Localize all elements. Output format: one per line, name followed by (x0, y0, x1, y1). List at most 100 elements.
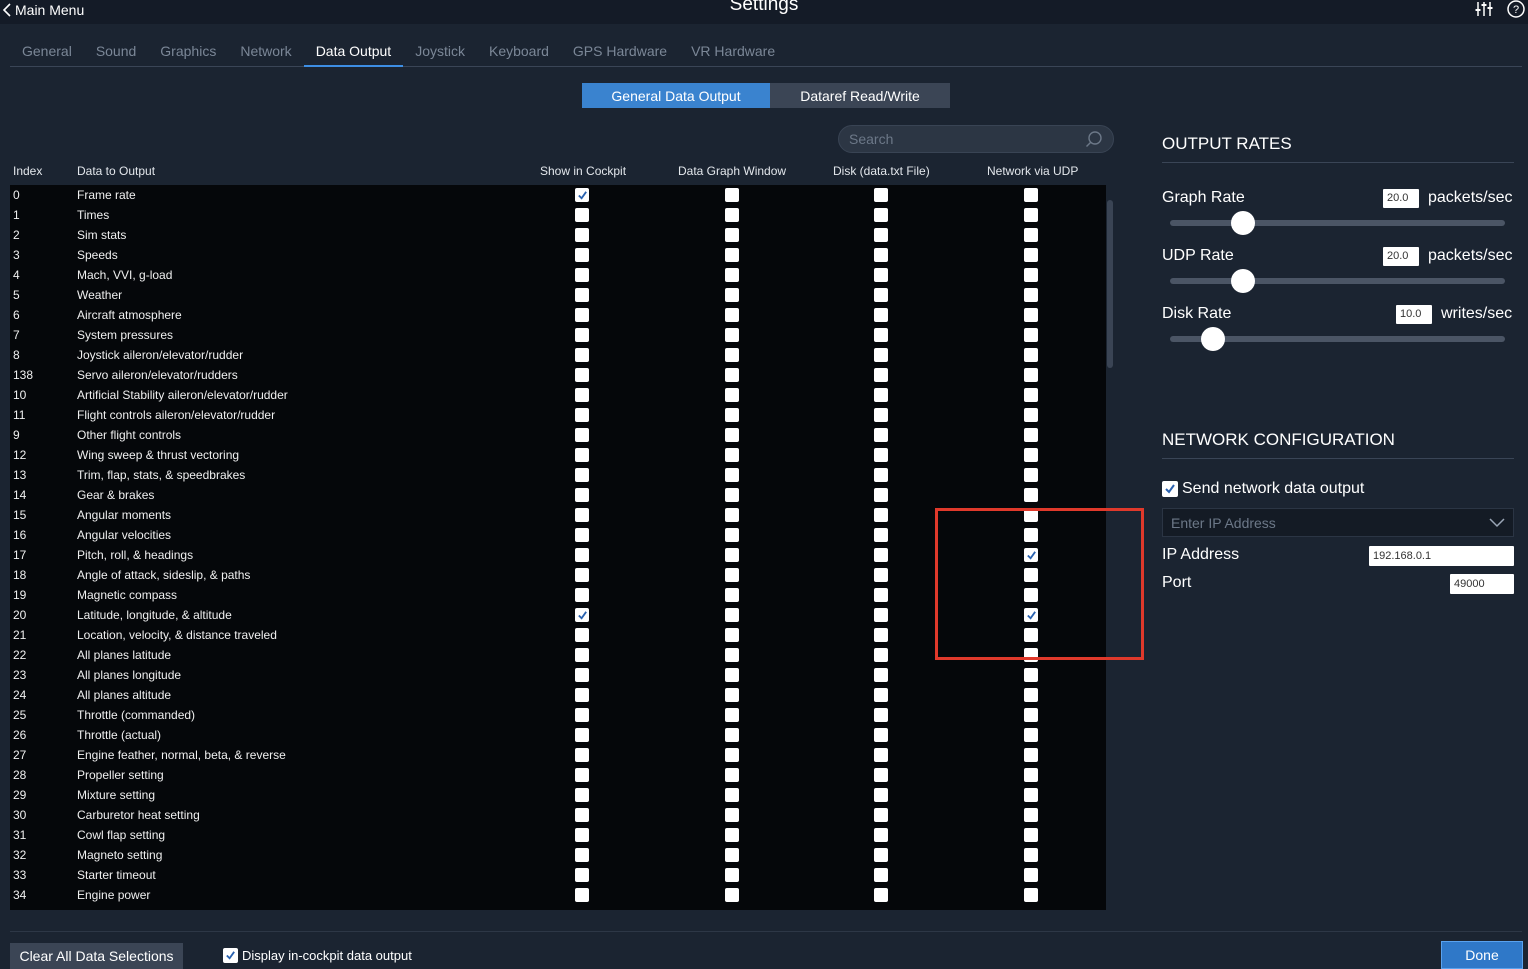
udp-rate-slider[interactable] (1170, 278, 1505, 284)
udp-checkbox[interactable] (1024, 608, 1038, 622)
general-data-output-button[interactable]: General Data Output (582, 83, 770, 108)
send-network-checkbox-box[interactable] (1162, 481, 1178, 497)
graph-checkbox[interactable] (725, 388, 739, 402)
graph-checkbox[interactable] (725, 768, 739, 782)
graph-checkbox[interactable] (725, 308, 739, 322)
udp-checkbox[interactable] (1024, 308, 1038, 322)
cockpit-checkbox[interactable] (575, 588, 589, 602)
graph-checkbox[interactable] (725, 848, 739, 862)
cockpit-checkbox[interactable] (575, 448, 589, 462)
graph-checkbox[interactable] (725, 868, 739, 882)
udp-checkbox[interactable] (1024, 628, 1038, 642)
udp-checkbox[interactable] (1024, 588, 1038, 602)
udp-rate-value[interactable]: 20.0 (1383, 247, 1419, 266)
graph-checkbox[interactable] (725, 708, 739, 722)
graph-checkbox[interactable] (725, 228, 739, 242)
graph-checkbox[interactable] (725, 208, 739, 222)
udp-checkbox[interactable] (1024, 508, 1038, 522)
graph-checkbox[interactable] (725, 648, 739, 662)
udp-checkbox[interactable] (1024, 528, 1038, 542)
disk-checkbox[interactable] (874, 208, 888, 222)
disk-checkbox[interactable] (874, 388, 888, 402)
graph-rate-slider[interactable] (1170, 220, 1505, 226)
graph-checkbox[interactable] (725, 888, 739, 902)
udp-checkbox[interactable] (1024, 548, 1038, 562)
disk-checkbox[interactable] (874, 728, 888, 742)
graph-checkbox[interactable] (725, 608, 739, 622)
disk-checkbox[interactable] (874, 688, 888, 702)
graph-rate-slider-knob[interactable] (1231, 211, 1256, 235)
done-button[interactable]: Done (1441, 941, 1523, 969)
disk-rate-slider-knob[interactable] (1201, 327, 1226, 351)
udp-checkbox[interactable] (1024, 288, 1038, 302)
dataref-read-write-button[interactable]: Dataref Read/Write (770, 83, 950, 108)
cockpit-checkbox[interactable] (575, 208, 589, 222)
cockpit-checkbox[interactable] (575, 228, 589, 242)
disk-checkbox[interactable] (874, 228, 888, 242)
udp-checkbox[interactable] (1024, 208, 1038, 222)
tab-graphics[interactable]: Graphics (148, 37, 228, 67)
cockpit-checkbox[interactable] (575, 788, 589, 802)
graph-checkbox[interactable] (725, 528, 739, 542)
tab-data-output[interactable]: Data Output (303, 37, 404, 67)
tab-vr-hardware[interactable]: VR Hardware (679, 37, 787, 67)
udp-checkbox[interactable] (1024, 328, 1038, 342)
disk-checkbox[interactable] (874, 668, 888, 682)
graph-checkbox[interactable] (725, 428, 739, 442)
udp-checkbox[interactable] (1024, 668, 1038, 682)
disk-checkbox[interactable] (874, 468, 888, 482)
graph-checkbox[interactable] (725, 348, 739, 362)
cockpit-checkbox[interactable] (575, 608, 589, 622)
graph-checkbox[interactable] (725, 368, 739, 382)
udp-checkbox[interactable] (1024, 228, 1038, 242)
tab-general[interactable]: General (10, 37, 84, 67)
udp-checkbox[interactable] (1024, 648, 1038, 662)
disk-checkbox[interactable] (874, 588, 888, 602)
udp-checkbox[interactable] (1024, 428, 1038, 442)
graph-checkbox[interactable] (725, 508, 739, 522)
cockpit-checkbox[interactable] (575, 268, 589, 282)
udp-checkbox[interactable] (1024, 848, 1038, 862)
disk-checkbox[interactable] (874, 708, 888, 722)
tab-gps-hardware[interactable]: GPS Hardware (561, 37, 679, 67)
graph-checkbox[interactable] (725, 588, 739, 602)
graph-checkbox[interactable] (725, 668, 739, 682)
disk-checkbox[interactable] (874, 488, 888, 502)
cockpit-checkbox[interactable] (575, 748, 589, 762)
cockpit-checkbox[interactable] (575, 828, 589, 842)
udp-checkbox[interactable] (1024, 448, 1038, 462)
search-input[interactable] (849, 131, 1085, 147)
cockpit-checkbox[interactable] (575, 708, 589, 722)
graph-checkbox[interactable] (725, 828, 739, 842)
disk-checkbox[interactable] (874, 888, 888, 902)
udp-checkbox[interactable] (1024, 568, 1038, 582)
graph-checkbox[interactable] (725, 488, 739, 502)
cockpit-checkbox[interactable] (575, 488, 589, 502)
udp-checkbox[interactable] (1024, 368, 1038, 382)
udp-checkbox[interactable] (1024, 788, 1038, 802)
cockpit-checkbox[interactable] (575, 868, 589, 882)
disk-checkbox[interactable] (874, 808, 888, 822)
udp-checkbox[interactable] (1024, 768, 1038, 782)
tab-joystick[interactable]: Joystick (403, 37, 477, 67)
disk-checkbox[interactable] (874, 508, 888, 522)
graph-checkbox[interactable] (725, 568, 739, 582)
udp-checkbox[interactable] (1024, 708, 1038, 722)
graph-checkbox[interactable] (725, 328, 739, 342)
disk-checkbox[interactable] (874, 648, 888, 662)
udp-checkbox[interactable] (1024, 868, 1038, 882)
graph-checkbox[interactable] (725, 448, 739, 462)
udp-checkbox[interactable] (1024, 388, 1038, 402)
graph-checkbox[interactable] (725, 728, 739, 742)
udp-checkbox[interactable] (1024, 888, 1038, 902)
udp-checkbox[interactable] (1024, 248, 1038, 262)
disk-checkbox[interactable] (874, 528, 888, 542)
disk-checkbox[interactable] (874, 188, 888, 202)
graph-checkbox[interactable] (725, 268, 739, 282)
sliders-icon[interactable] (1474, 0, 1494, 18)
cockpit-checkbox[interactable] (575, 288, 589, 302)
cockpit-checkbox[interactable] (575, 548, 589, 562)
disk-checkbox[interactable] (874, 308, 888, 322)
udp-checkbox[interactable] (1024, 348, 1038, 362)
udp-checkbox[interactable] (1024, 408, 1038, 422)
